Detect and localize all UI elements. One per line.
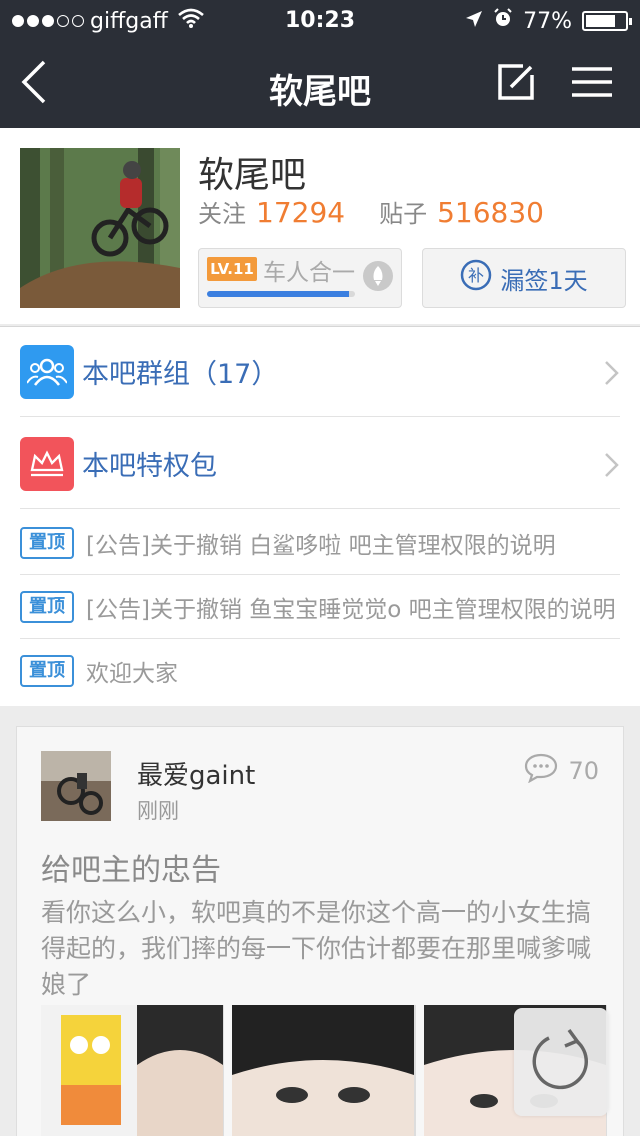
- hamburger-menu-icon: [572, 66, 612, 102]
- pinned-tag: 置顶: [20, 590, 74, 623]
- post-body: 看你这么小，软吧真的不是你这个高一的小女生搞得起的，我们摔的每一下你估计都要在那…: [41, 898, 592, 999]
- makeup-sign-icon: 补: [460, 259, 492, 297]
- post-title: 给吧主的忠告: [41, 853, 221, 888]
- posts-count: 516830: [437, 196, 544, 229]
- rocket-icon: [363, 261, 393, 291]
- group-entry[interactable]: 本吧群组（17）: [20, 327, 620, 417]
- compose-icon: [497, 63, 535, 105]
- battery-percent: 77%: [523, 8, 572, 34]
- sign-in-button[interactable]: 补 漏签1天: [422, 248, 626, 308]
- forum-cover-image: [20, 148, 180, 308]
- comment-bubble-icon: [524, 753, 558, 789]
- navigation-bar: 软尾吧: [0, 40, 640, 128]
- compose-button[interactable]: [490, 58, 542, 110]
- status-right: 77%: [465, 8, 632, 34]
- group-icon: [20, 344, 74, 399]
- post-time: 刚刚: [137, 799, 179, 823]
- notice-text: [公告]关于撤销 白鲨哆啦 吧主管理权限的说明: [86, 532, 556, 559]
- privilege-entry-label: 本吧特权包: [82, 451, 217, 482]
- location-arrow-icon: [465, 9, 483, 34]
- post-image[interactable]: [232, 1005, 416, 1136]
- battery-icon: [582, 11, 632, 31]
- chevron-right-icon: [604, 452, 620, 482]
- follow-label: 关注: [198, 200, 246, 228]
- pinned-notice[interactable]: 置顶 欢迎大家: [20, 639, 620, 703]
- menu-button[interactable]: [566, 58, 618, 110]
- page-title: 软尾吧: [269, 72, 371, 112]
- pinned-tag: 置顶: [20, 526, 74, 559]
- forum-header: 软尾吧 关注 17294 贴子 516830 LV.11 车人合一 补 漏签1天: [0, 128, 640, 324]
- reply-count-value: 70: [568, 757, 599, 785]
- author-avatar[interactable]: [41, 751, 111, 821]
- forum-entries: 本吧群组（17） 本吧特权包 置顶 [公告]关于撤销 白鲨哆啦 吧主管理权限的说…: [0, 326, 640, 706]
- svg-text:补: 补: [468, 266, 484, 285]
- group-entry-label: 本吧群组（17）: [82, 359, 279, 390]
- crown-icon: [20, 436, 74, 491]
- privilege-entry[interactable]: 本吧特权包: [20, 419, 620, 509]
- notice-text: 欢迎大家: [86, 661, 178, 687]
- status-bar: giffgaff 10:23 77%: [0, 0, 640, 40]
- author-name[interactable]: 最爱gaint: [137, 755, 255, 792]
- notice-text: [公告]关于撤销 鱼宝宝睡觉觉o 吧主管理权限的说明: [86, 596, 616, 623]
- pinned-tag: 置顶: [20, 655, 74, 687]
- posts-label: 贴子: [379, 200, 428, 228]
- level-progress-bar: [207, 291, 355, 297]
- forum-name: 软尾吧: [198, 155, 307, 196]
- follow-count: 17294: [256, 196, 346, 229]
- reply-count: 70: [524, 753, 599, 789]
- refresh-button[interactable]: [514, 1008, 608, 1116]
- sign-in-label: 漏签1天: [500, 266, 588, 295]
- member-level[interactable]: LV.11 车人合一: [198, 248, 402, 308]
- alarm-clock-icon: [493, 8, 513, 34]
- level-badge: LV.11: [207, 257, 257, 281]
- chevron-right-icon: [604, 360, 620, 390]
- pinned-notice[interactable]: 置顶 [公告]关于撤销 白鲨哆啦 吧主管理权限的说明: [20, 511, 620, 575]
- forum-stats: 关注 17294 贴子 516830: [198, 194, 578, 229]
- post-image[interactable]: [41, 1005, 225, 1136]
- pinned-notice[interactable]: 置顶 [公告]关于撤销 鱼宝宝睡觉觉o 吧主管理权限的说明: [20, 575, 620, 639]
- refresh-icon: [529, 1028, 593, 1096]
- level-name: 车人合一: [263, 260, 355, 286]
